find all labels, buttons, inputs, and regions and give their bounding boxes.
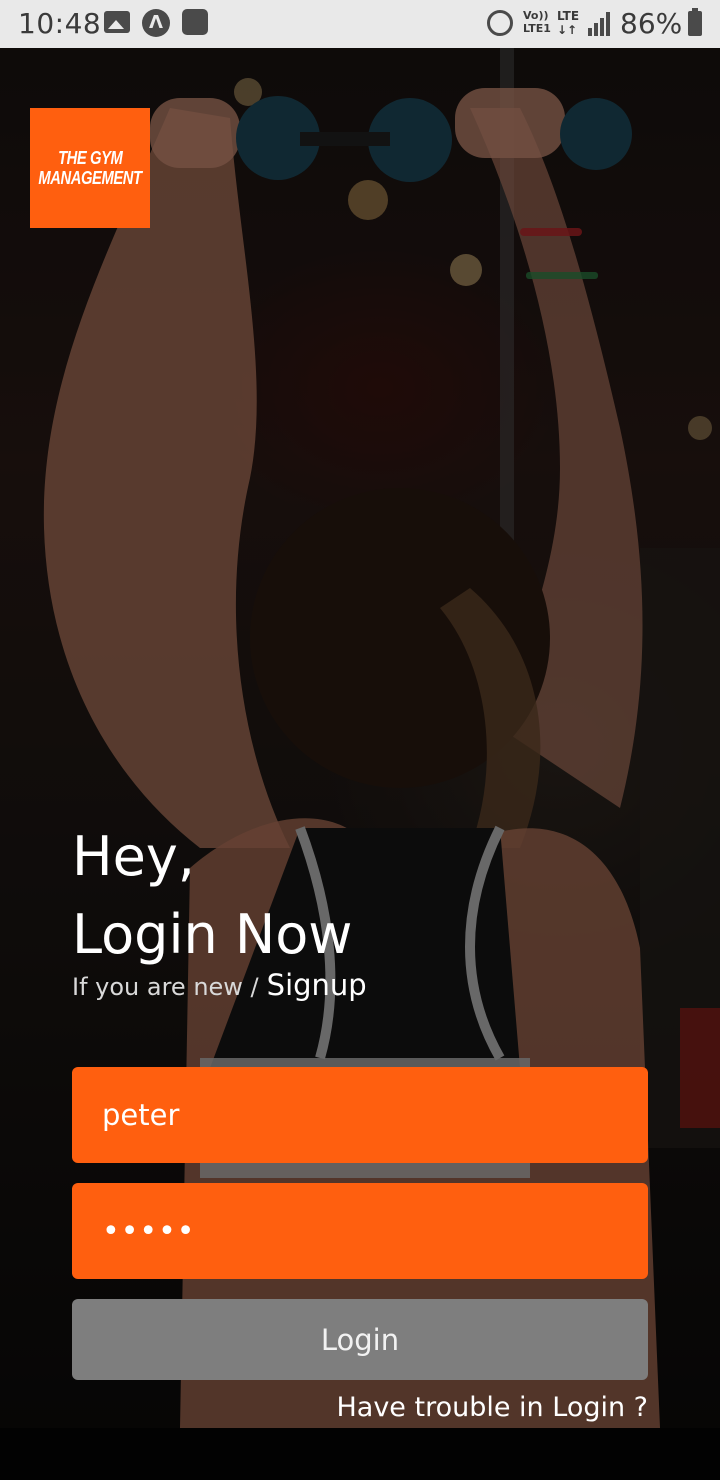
username-field[interactable] [72,1067,648,1163]
trouble-login-link[interactable]: Have trouble in Login ? [336,1392,648,1423]
headline-line-1: Hey, [72,825,195,888]
wifi-icon [182,9,208,35]
battery-percentage: 86% [620,7,683,40]
page-title: Hey, Login Now [72,818,352,974]
password-input[interactable]: ••••• [102,1214,195,1249]
signup-prompt: If you are new / [72,973,259,1001]
gallery-icon [104,11,130,33]
logo-line-2: MANAGEMENT [38,168,142,188]
alarm-icon [487,10,513,36]
status-bar: 10:48 Λ Vo)) LTE1 LTE ↓↑ 86% [0,0,720,48]
login-button[interactable]: Login [72,1299,648,1380]
password-field[interactable]: ••••• [72,1183,648,1279]
headline-line-2: Login Now [72,903,353,966]
login-screen: 10:48 Λ Vo)) LTE1 LTE ↓↑ 86% THE GYM MAN… [0,0,720,1480]
status-time: 10:48 [18,7,102,40]
gym-logo: THE GYM MANAGEMENT [30,108,150,228]
battery-icon [688,8,702,36]
username-input[interactable] [102,1098,602,1132]
lte-icon: LTE ↓↑ [557,9,580,37]
bottom-band [0,1428,720,1480]
logo-line-1: THE GYM [57,148,123,168]
signal-icon [588,12,612,36]
signup-link[interactable]: Signup [267,968,367,1002]
volte-icon: Vo)) LTE1 [523,9,551,35]
app-a-icon: Λ [142,9,170,37]
signup-row: If you are new / Signup [72,968,367,1002]
